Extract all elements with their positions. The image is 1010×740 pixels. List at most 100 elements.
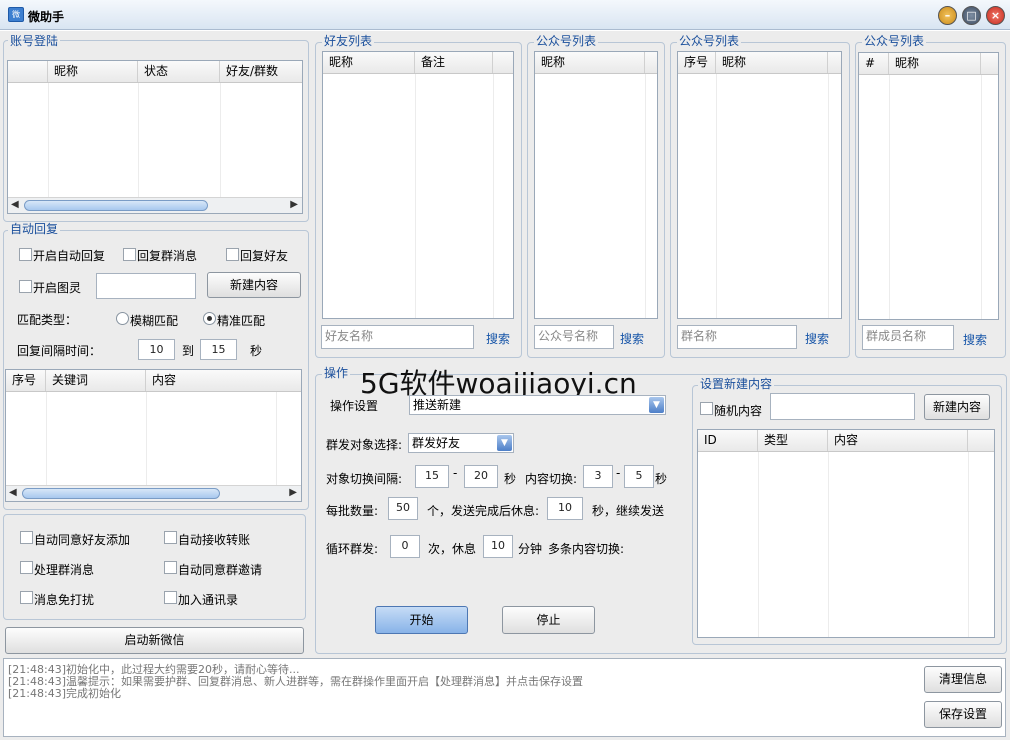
chevron-down-icon[interactable]: ▼: [497, 435, 512, 451]
column-header[interactable]: 昵称: [323, 52, 415, 73]
fuzzy-match-radio[interactable]: [116, 312, 129, 325]
loop-rest-input[interactable]: 10: [483, 535, 513, 558]
column-header[interactable]: 序号: [678, 52, 716, 73]
official-search-input-1[interactable]: 公众号名称: [534, 325, 614, 349]
auto-reply-checkbox[interactable]: [19, 248, 32, 261]
stop-button[interactable]: 停止: [502, 606, 595, 634]
interval-to-input[interactable]: 15: [200, 339, 237, 360]
group-search-button[interactable]: 搜索: [805, 330, 829, 347]
content-table[interactable]: ID 类型 内容: [697, 429, 995, 638]
reply-interval-label: 回复间隔时间：: [17, 344, 102, 358]
friends-title: 好友列表: [322, 34, 375, 48]
new-content-add-button[interactable]: 新建内容: [924, 394, 990, 420]
scroll-thumb[interactable]: [24, 200, 208, 211]
handle-group-msg-checkbox[interactable]: [20, 561, 33, 574]
close-icon[interactable]: ×: [986, 6, 1005, 25]
batch-input[interactable]: 50: [388, 497, 418, 520]
loop-label: 循环群发:: [326, 542, 379, 556]
chevron-down-icon[interactable]: ▼: [649, 397, 664, 413]
add-contacts-label: 加入通讯录: [178, 593, 239, 607]
switch-from-input[interactable]: 15: [415, 465, 449, 488]
new-content-input[interactable]: [770, 393, 915, 420]
member-search-button[interactable]: 搜索: [963, 331, 987, 348]
column-header[interactable]: 昵称: [889, 53, 981, 74]
start-button[interactable]: 开始: [375, 606, 468, 634]
auto-accept-friend-checkbox[interactable]: [20, 531, 33, 544]
handle-group-msg-label: 处理群消息: [34, 563, 95, 577]
operation-settings-select[interactable]: 推送新建 ▼: [409, 395, 666, 415]
scroll-left-icon[interactable]: ◀: [11, 199, 19, 210]
operation-title: 操作: [322, 366, 351, 380]
column-header[interactable]: 昵称: [716, 52, 828, 73]
column-header[interactable]: 内容: [828, 430, 968, 451]
auto-reply-label: 开启自动回复: [33, 249, 106, 263]
column-header[interactable]: 状态: [138, 61, 220, 82]
reply-group-checkbox[interactable]: [123, 248, 136, 261]
new-content-button[interactable]: 新建内容: [207, 272, 301, 298]
multi-switch-label: 多条内容切换:: [548, 542, 625, 556]
batch-label: 每批数量:: [326, 504, 379, 518]
scroll-right-icon[interactable]: ▶: [290, 199, 298, 210]
rest-input[interactable]: 10: [547, 497, 583, 520]
horizontal-scrollbar[interactable]: ◀ ▶: [6, 485, 301, 501]
switch-to-input[interactable]: 20: [464, 465, 498, 488]
reply-friend-checkbox[interactable]: [226, 248, 239, 261]
seconds-label: 秒: [250, 344, 263, 358]
log-panel: [21:48:43]初始化中，此过程大约需要20秒，请耐心等待... [21:4…: [3, 658, 1006, 737]
column-header[interactable]: ID: [698, 430, 758, 451]
group-search-input[interactable]: 群名称: [677, 325, 797, 349]
loop-input[interactable]: 0: [390, 535, 420, 558]
official-table-3[interactable]: # 昵称: [858, 52, 999, 320]
column-header[interactable]: 备注: [415, 52, 493, 73]
window-title: 微助手: [28, 10, 65, 24]
title-bar: 微 微助手 – □ ×: [0, 0, 1010, 30]
target-select[interactable]: 群发好友 ▼: [408, 433, 514, 453]
content-from-input[interactable]: 3: [583, 465, 613, 488]
tuling-key-input[interactable]: [96, 273, 196, 299]
member-search-input[interactable]: 群成员名称: [862, 325, 954, 350]
column-header[interactable]: 关键词: [46, 370, 146, 391]
column-header[interactable]: 昵称: [48, 61, 138, 82]
exact-match-label: 精准匹配: [217, 314, 266, 328]
horizontal-scrollbar[interactable]: ◀ ▶: [8, 197, 302, 213]
auto-accept-invite-checkbox[interactable]: [164, 561, 177, 574]
maximize-icon[interactable]: □: [962, 6, 981, 25]
auto-receive-transfer-label: 自动接收转账: [178, 533, 251, 547]
friend-search-input[interactable]: 好友名称: [321, 325, 474, 349]
friends-table[interactable]: 昵称 备注: [322, 51, 514, 319]
official-table-1[interactable]: 昵称: [534, 51, 658, 319]
dash-separator: -: [616, 466, 621, 480]
scroll-thumb[interactable]: [22, 488, 220, 499]
scroll-right-icon[interactable]: ▶: [289, 487, 297, 498]
column-header[interactable]: 类型: [758, 430, 828, 451]
official-search-button-1[interactable]: 搜索: [620, 330, 644, 347]
add-contacts-checkbox[interactable]: [164, 591, 177, 604]
clear-log-button[interactable]: 清理信息: [924, 666, 1002, 693]
mute-msg-checkbox[interactable]: [20, 591, 33, 604]
operation-settings-value: 推送新建: [413, 398, 462, 412]
interval-from-input[interactable]: 10: [138, 339, 175, 360]
random-content-checkbox[interactable]: [700, 402, 713, 415]
tuling-checkbox[interactable]: [19, 280, 32, 293]
start-wechat-button[interactable]: 启动新微信: [5, 627, 304, 654]
column-header[interactable]: #: [859, 53, 889, 74]
official-table-2[interactable]: 序号 昵称: [677, 51, 842, 319]
content-to-input[interactable]: 5: [624, 465, 654, 488]
account-table[interactable]: 昵称 状态 好友/群数 ◀ ▶: [7, 60, 303, 214]
friend-search-button[interactable]: 搜索: [486, 330, 510, 347]
column-header[interactable]: 序号: [6, 370, 46, 391]
column-header[interactable]: 昵称: [535, 52, 645, 73]
column-header[interactable]: 好友/群数: [220, 61, 300, 82]
match-type-label: 匹配类型：: [17, 313, 78, 327]
keyword-table[interactable]: 序号 关键词 内容 ◀ ▶: [5, 369, 302, 502]
column-header[interactable]: 内容: [146, 370, 296, 391]
continue-label: 秒，继续发送: [592, 504, 665, 518]
dash-separator: -: [453, 466, 458, 480]
save-settings-button[interactable]: 保存设置: [924, 701, 1002, 728]
auto-receive-transfer-checkbox[interactable]: [164, 531, 177, 544]
exact-match-radio[interactable]: [203, 312, 216, 325]
minimize-icon[interactable]: –: [938, 6, 957, 25]
scroll-left-icon[interactable]: ◀: [9, 487, 17, 498]
fuzzy-match-label: 模糊匹配: [130, 314, 179, 328]
content-switch-label: 内容切换:: [525, 472, 578, 486]
